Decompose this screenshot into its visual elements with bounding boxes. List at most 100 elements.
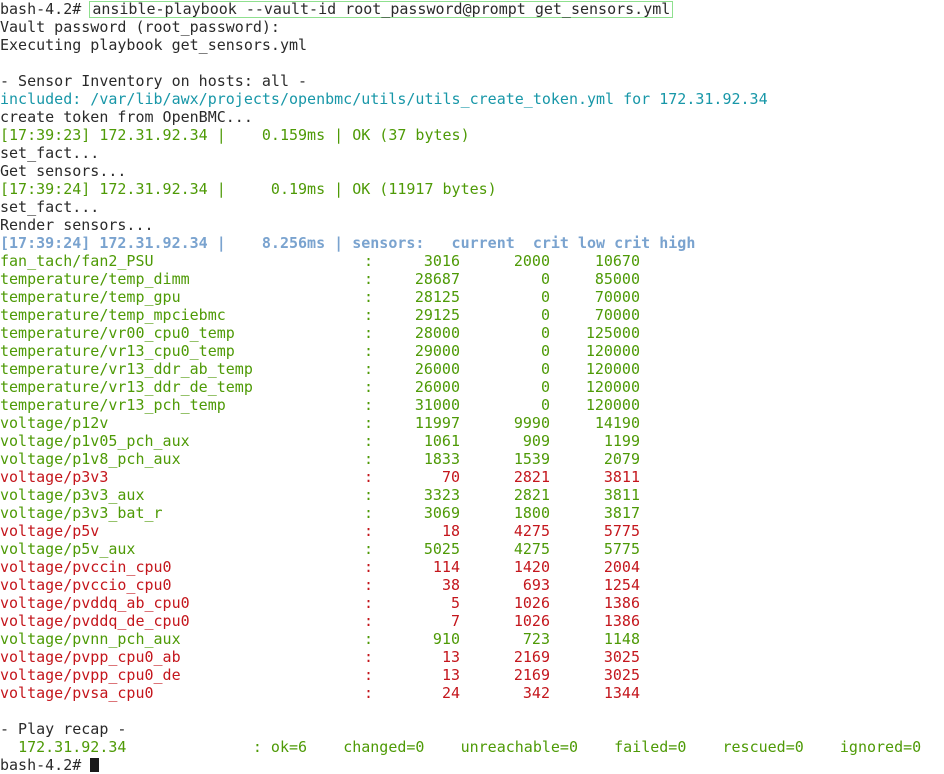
sensor-current: 910	[432, 630, 460, 648]
sensor-crit-low: 1539	[513, 450, 550, 468]
sensor-current: 5	[450, 594, 460, 612]
sensor-crit-high: 120000	[585, 396, 640, 414]
output-line: included: /var/lib/awx/projects/openbmc/…	[0, 90, 768, 108]
sensor-crit-high: 2004	[603, 558, 640, 576]
sensor-current: 26000	[414, 360, 460, 378]
sensor-row: voltage/p5v_aux: 5025 4275 5775	[0, 540, 944, 558]
sensor-current: 13	[441, 648, 460, 666]
sensor-separator: :	[364, 270, 374, 288]
sensor-separator: :	[364, 558, 374, 576]
sensor-crit-low: 909	[522, 432, 550, 450]
recap-ok: : ok=6	[252, 738, 308, 756]
terminal-window[interactable]: bash-4.2# ansible-playbook --vault-id ro…	[0, 0, 944, 774]
sensor-crit-high: 1344	[603, 684, 640, 702]
sensor-current: 13	[441, 666, 460, 684]
sensor-crit-high: 3811	[603, 468, 640, 486]
output-line: - Sensor Inventory on hosts: all -	[0, 72, 308, 90]
recap-title: - Play recap -	[0, 720, 127, 738]
text-cursor	[90, 758, 100, 772]
sensor-crit-low: 2821	[513, 486, 550, 504]
sensor-row: voltage/p5v: 18 4275 5775	[0, 522, 944, 540]
sensor-current: 11997	[414, 414, 460, 432]
sensor-crit-low: 2169	[513, 666, 550, 684]
sensor-crit-low: 9990	[513, 414, 550, 432]
sensor-crit-low: 0	[540, 396, 550, 414]
sensor-separator: :	[364, 648, 374, 666]
final-prompt-line[interactable]: bash-4.2#	[0, 756, 944, 774]
sensor-crit-high: 3025	[603, 648, 640, 666]
sensor-current: 3323	[423, 486, 460, 504]
sensor-row: voltage/pvccin_cpu0: 114 1420 2004	[0, 558, 944, 576]
sensor-crit-low: 723	[522, 630, 550, 648]
sensor-crit-low: 693	[522, 576, 550, 594]
sensor-crit-high: 1386	[603, 612, 640, 630]
sensor-separator: :	[364, 630, 374, 648]
sensor-separator: :	[364, 288, 374, 306]
sensor-name: fan_tach/fan2_PSU	[0, 252, 154, 270]
sensor-separator: :	[364, 486, 374, 504]
sensor-name: voltage/p1v05_pch_aux	[0, 432, 190, 450]
sensor-current: 70	[441, 468, 460, 486]
sensor-row: voltage/p3v3_bat_r: 3069 1800 3817	[0, 504, 944, 522]
sensor-separator: :	[364, 432, 374, 450]
output-line: [17:39:24] 172.31.92.34 | 0.19ms | OK (1…	[0, 180, 497, 198]
sensor-name: voltage/pvnn_pch_aux	[0, 630, 181, 648]
sensor-name: voltage/pvpp_cpu0_de	[0, 666, 181, 684]
sensor-name: voltage/pvccio_cpu0	[0, 576, 172, 594]
recap-unreachable: unreachable=0	[460, 738, 578, 756]
sensor-separator: :	[364, 306, 374, 324]
sensor-current: 29125	[414, 306, 460, 324]
shell-prompt: bash-4.2#	[0, 0, 82, 18]
sensor-crit-low: 0	[540, 270, 550, 288]
sensor-row: voltage/pvsa_cpu0: 24 342 1344	[0, 684, 944, 702]
sensor-crit-high: 1254	[603, 576, 640, 594]
sensor-crit-high: 14190	[594, 414, 640, 432]
output-line: Executing playbook get_sensors.yml	[0, 36, 308, 54]
sensor-crit-high: 5775	[603, 522, 640, 540]
command-text[interactable]: ansible-playbook --vault-id root_passwor…	[89, 1, 674, 18]
sensor-current: 1061	[423, 432, 460, 450]
sensor-crit-high: 3811	[603, 486, 640, 504]
sensor-current: 3069	[423, 504, 460, 522]
sensor-name: temperature/vr00_cpu0_temp	[0, 324, 235, 342]
sensor-crit-low: 4275	[513, 540, 550, 558]
sensor-separator: :	[364, 504, 374, 522]
sensor-crit-high: 2079	[603, 450, 640, 468]
sensor-separator: :	[364, 684, 374, 702]
sensor-current: 7	[450, 612, 460, 630]
sensor-current: 38	[441, 576, 460, 594]
sensor-crit-high: 120000	[585, 378, 640, 396]
sensor-crit-high: 3025	[603, 666, 640, 684]
output-line: set_fact...	[0, 144, 100, 162]
sensor-separator: :	[364, 252, 374, 270]
sensor-crit-high: 125000	[585, 324, 640, 342]
sensor-name: voltage/pvsa_cpu0	[0, 684, 154, 702]
sensor-table: fan_tach/fan2_PSU:3016 2000 10670 temperatu…	[0, 252, 944, 702]
sensor-current: 24	[441, 684, 460, 702]
sensor-separator: :	[364, 342, 374, 360]
output-line: set_fact...	[0, 198, 100, 216]
sensor-crit-high: 1199	[603, 432, 640, 450]
recap-failed: failed=0	[614, 738, 687, 756]
sensor-name: voltage/p3v3_aux	[0, 486, 145, 504]
sensor-crit-low: 1026	[513, 594, 550, 612]
sensor-name: voltage/p1v8_pch_aux	[0, 450, 181, 468]
sensor-row: voltage/p12v: 11997 9990 14190	[0, 414, 944, 432]
sensor-name: temperature/vr13_ddr_de_temp	[0, 378, 253, 396]
sensor-separator: :	[364, 378, 374, 396]
sensor-crit-low: 0	[540, 288, 550, 306]
sensor-crit-high: 1386	[603, 594, 640, 612]
sensor-row: voltage/pvddq_de_cpu0: 7 1026 1386	[0, 612, 944, 630]
sensor-name: temperature/temp_gpu	[0, 288, 181, 306]
recap-rescued: rescued=0	[722, 738, 804, 756]
sensor-name: voltage/p3v3_bat_r	[0, 504, 163, 522]
sensor-row: voltage/p3v3: 70 2821 3811	[0, 468, 944, 486]
sensor-name: voltage/p5v	[0, 522, 100, 540]
sensor-row: temperature/vr13_ddr_de_temp: 26000 0 12000…	[0, 378, 944, 396]
sensor-current: 31000	[414, 396, 460, 414]
sensor-name: temperature/vr13_ddr_ab_temp	[0, 360, 253, 378]
sensor-crit-high: 120000	[585, 342, 640, 360]
sensor-crit-low: 2000	[513, 252, 550, 270]
sensor-crit-high: 10670	[594, 252, 640, 270]
